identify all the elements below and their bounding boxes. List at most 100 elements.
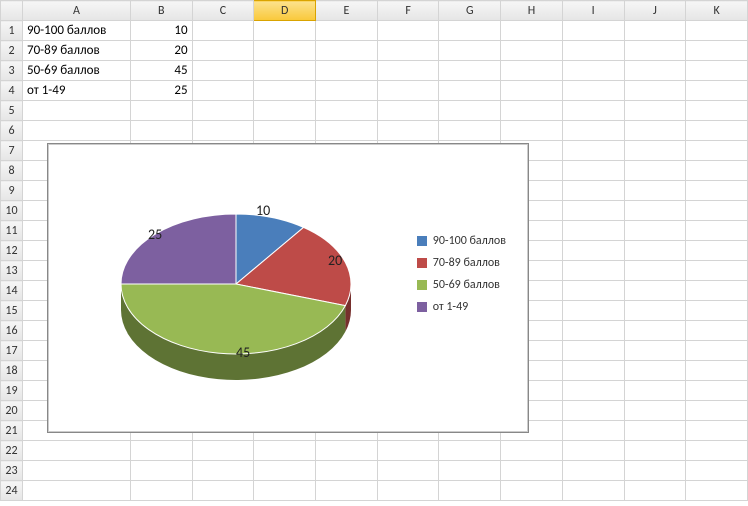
cell-F2[interactable] bbox=[377, 41, 439, 61]
cell-F23[interactable] bbox=[377, 461, 439, 481]
cell-J3[interactable] bbox=[624, 61, 686, 81]
cell-J14[interactable] bbox=[624, 281, 686, 301]
row-header-6[interactable]: 6 bbox=[1, 121, 23, 141]
cell-J19[interactable] bbox=[624, 381, 686, 401]
cell-K20[interactable] bbox=[686, 401, 748, 421]
cell-G23[interactable] bbox=[439, 461, 501, 481]
cell-B5[interactable] bbox=[130, 101, 192, 121]
row-header-12[interactable]: 12 bbox=[1, 241, 23, 261]
cell-K10[interactable] bbox=[686, 201, 748, 221]
row-header-20[interactable]: 20 bbox=[1, 401, 23, 421]
cell-J12[interactable] bbox=[624, 241, 686, 261]
row-header-4[interactable]: 4 bbox=[1, 81, 23, 101]
cell-J21[interactable] bbox=[624, 421, 686, 441]
cell-A4[interactable]: от 1-49 bbox=[22, 81, 130, 101]
cell-E4[interactable] bbox=[316, 81, 378, 101]
cell-J17[interactable] bbox=[624, 341, 686, 361]
cell-K12[interactable] bbox=[686, 241, 748, 261]
cell-I19[interactable] bbox=[562, 381, 624, 401]
cell-K13[interactable] bbox=[686, 261, 748, 281]
cell-G3[interactable] bbox=[439, 61, 501, 81]
row-header-21[interactable]: 21 bbox=[1, 421, 23, 441]
cell-I22[interactable] bbox=[562, 441, 624, 461]
row-header-2[interactable]: 2 bbox=[1, 41, 23, 61]
col-header-J[interactable]: J bbox=[624, 1, 686, 21]
cell-K1[interactable] bbox=[686, 21, 748, 41]
cell-B23[interactable] bbox=[130, 461, 192, 481]
cell-C22[interactable] bbox=[192, 441, 254, 461]
cell-H24[interactable] bbox=[501, 481, 563, 501]
cell-K22[interactable] bbox=[686, 441, 748, 461]
select-all-corner[interactable] bbox=[1, 1, 23, 21]
cell-H3[interactable] bbox=[501, 61, 563, 81]
col-header-I[interactable]: I bbox=[562, 1, 624, 21]
cell-K17[interactable] bbox=[686, 341, 748, 361]
cell-I6[interactable] bbox=[562, 121, 624, 141]
col-header-K[interactable]: K bbox=[686, 1, 748, 21]
cell-H6[interactable] bbox=[501, 121, 563, 141]
row-header-5[interactable]: 5 bbox=[1, 101, 23, 121]
col-header-F[interactable]: F bbox=[377, 1, 439, 21]
cell-I12[interactable] bbox=[562, 241, 624, 261]
cell-E23[interactable] bbox=[316, 461, 378, 481]
cell-E24[interactable] bbox=[316, 481, 378, 501]
cell-I7[interactable] bbox=[562, 141, 624, 161]
cell-J18[interactable] bbox=[624, 361, 686, 381]
cell-J4[interactable] bbox=[624, 81, 686, 101]
cell-I2[interactable] bbox=[562, 41, 624, 61]
cell-F6[interactable] bbox=[377, 121, 439, 141]
cell-J23[interactable] bbox=[624, 461, 686, 481]
cell-K5[interactable] bbox=[686, 101, 748, 121]
col-header-B[interactable]: B bbox=[130, 1, 192, 21]
cell-E5[interactable] bbox=[316, 101, 378, 121]
cell-B24[interactable] bbox=[130, 481, 192, 501]
cell-I21[interactable] bbox=[562, 421, 624, 441]
cell-K9[interactable] bbox=[686, 181, 748, 201]
cell-I17[interactable] bbox=[562, 341, 624, 361]
cell-K14[interactable] bbox=[686, 281, 748, 301]
cell-H23[interactable] bbox=[501, 461, 563, 481]
cell-I10[interactable] bbox=[562, 201, 624, 221]
cell-A1[interactable]: 90-100 баллов bbox=[22, 21, 130, 41]
cell-I15[interactable] bbox=[562, 301, 624, 321]
cell-A2[interactable]: 70-89 баллов bbox=[22, 41, 130, 61]
cell-G1[interactable] bbox=[439, 21, 501, 41]
cell-B22[interactable] bbox=[130, 441, 192, 461]
row-header-15[interactable]: 15 bbox=[1, 301, 23, 321]
cell-D4[interactable] bbox=[254, 81, 316, 101]
col-header-E[interactable]: E bbox=[316, 1, 378, 21]
cell-J1[interactable] bbox=[624, 21, 686, 41]
cell-C24[interactable] bbox=[192, 481, 254, 501]
cell-C23[interactable] bbox=[192, 461, 254, 481]
cell-H22[interactable] bbox=[501, 441, 563, 461]
cell-D24[interactable] bbox=[254, 481, 316, 501]
cell-G2[interactable] bbox=[439, 41, 501, 61]
cell-I13[interactable] bbox=[562, 261, 624, 281]
col-header-D[interactable]: D bbox=[254, 1, 316, 21]
cell-F24[interactable] bbox=[377, 481, 439, 501]
cell-K4[interactable] bbox=[686, 81, 748, 101]
cell-A23[interactable] bbox=[22, 461, 130, 481]
cell-H1[interactable] bbox=[501, 21, 563, 41]
cell-H4[interactable] bbox=[501, 81, 563, 101]
cell-D5[interactable] bbox=[254, 101, 316, 121]
cell-F5[interactable] bbox=[377, 101, 439, 121]
cell-F3[interactable] bbox=[377, 61, 439, 81]
row-header-9[interactable]: 9 bbox=[1, 181, 23, 201]
cell-C1[interactable] bbox=[192, 21, 254, 41]
cell-I4[interactable] bbox=[562, 81, 624, 101]
row-header-1[interactable]: 1 bbox=[1, 21, 23, 41]
row-header-10[interactable]: 10 bbox=[1, 201, 23, 221]
cell-D22[interactable] bbox=[254, 441, 316, 461]
cell-J22[interactable] bbox=[624, 441, 686, 461]
cell-E3[interactable] bbox=[316, 61, 378, 81]
cell-J8[interactable] bbox=[624, 161, 686, 181]
cell-G24[interactable] bbox=[439, 481, 501, 501]
cell-K21[interactable] bbox=[686, 421, 748, 441]
row-header-22[interactable]: 22 bbox=[1, 441, 23, 461]
cell-K16[interactable] bbox=[686, 321, 748, 341]
cell-F4[interactable] bbox=[377, 81, 439, 101]
col-header-A[interactable]: A bbox=[22, 1, 130, 21]
cell-A3[interactable]: 50-69 баллов bbox=[22, 61, 130, 81]
cell-I1[interactable] bbox=[562, 21, 624, 41]
